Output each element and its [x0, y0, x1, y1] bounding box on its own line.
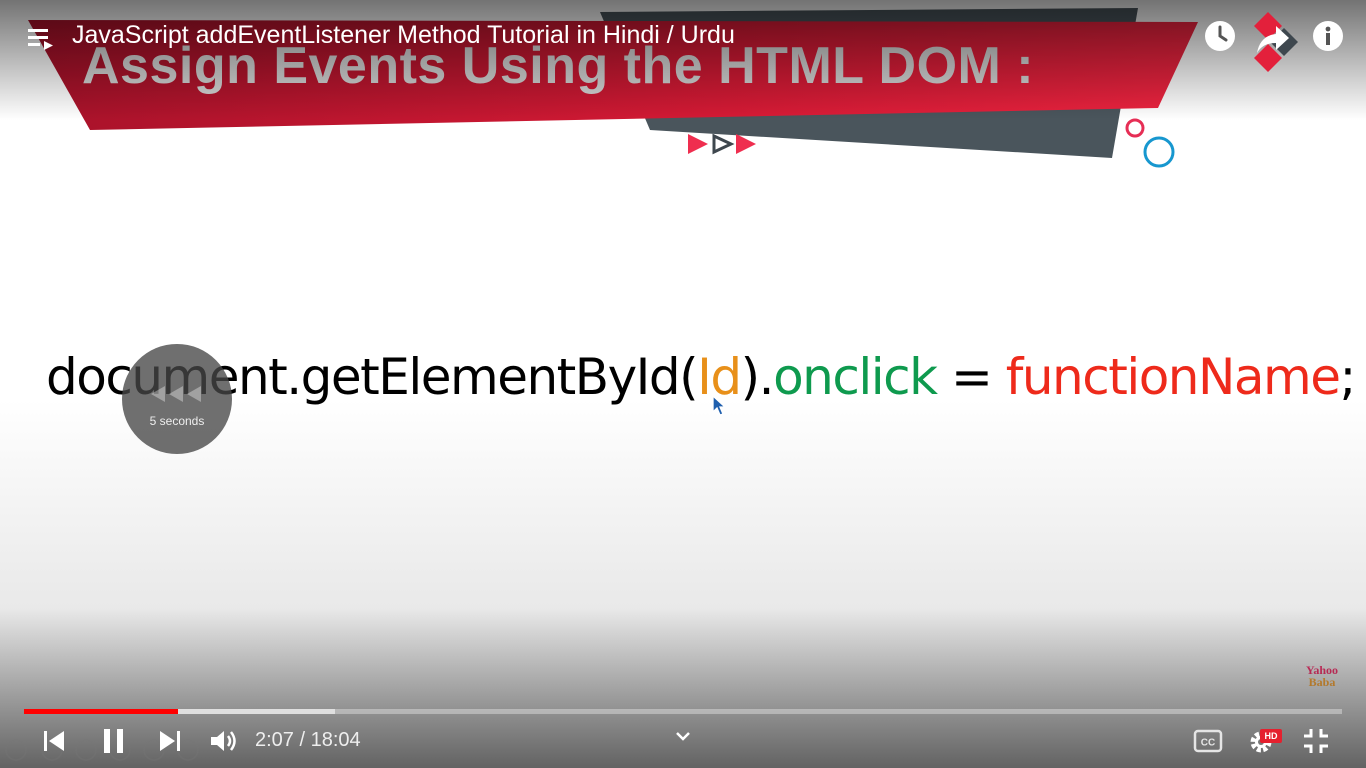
exit-fullscreen-icon[interactable]	[1301, 726, 1331, 756]
progress-bar[interactable]	[24, 709, 1342, 714]
play-arrows-icon	[688, 133, 756, 155]
progress-played	[24, 709, 179, 714]
chevron-down-icon[interactable]	[673, 729, 693, 745]
time-display: 2:07 / 18:04	[255, 729, 361, 751]
seek-label: 5 seconds	[149, 414, 205, 428]
playlist-icon[interactable]	[28, 26, 54, 50]
info-icon[interactable]	[1311, 19, 1345, 53]
channel-watermark[interactable]: Yahoo Baba	[1300, 664, 1344, 688]
skip-next-icon[interactable]	[156, 726, 184, 756]
captions-icon[interactable]: CC	[1193, 726, 1223, 756]
skip-previous-icon[interactable]	[40, 726, 68, 756]
decorative-circles-icon	[1125, 118, 1175, 168]
video-title[interactable]: JavaScript addEventListener Method Tutor…	[72, 21, 735, 50]
share-icon[interactable]	[1256, 22, 1290, 56]
code-part-paren: ).	[740, 348, 775, 406]
code-part-function: functionName	[1005, 348, 1341, 406]
rewind-arrows-icon	[151, 386, 201, 402]
mouse-cursor-icon	[712, 395, 727, 416]
hd-badge: HD	[1260, 729, 1282, 743]
code-part-event: onclick	[773, 348, 938, 406]
watch-later-icon[interactable]	[1203, 19, 1237, 53]
pause-icon[interactable]	[100, 726, 128, 756]
watermark-line2: Baba	[1308, 675, 1336, 689]
video-frame[interactable]: Assign Events Using the HTML DOM : JavaS…	[0, 0, 1366, 768]
code-part-equals: =	[936, 348, 1006, 406]
code-line: document.getElementById(Id).onclick = fu…	[46, 348, 1357, 406]
volume-icon[interactable]	[208, 726, 238, 756]
code-part-semicolon: ;	[1339, 348, 1357, 406]
svg-text:CC: CC	[1201, 738, 1215, 749]
